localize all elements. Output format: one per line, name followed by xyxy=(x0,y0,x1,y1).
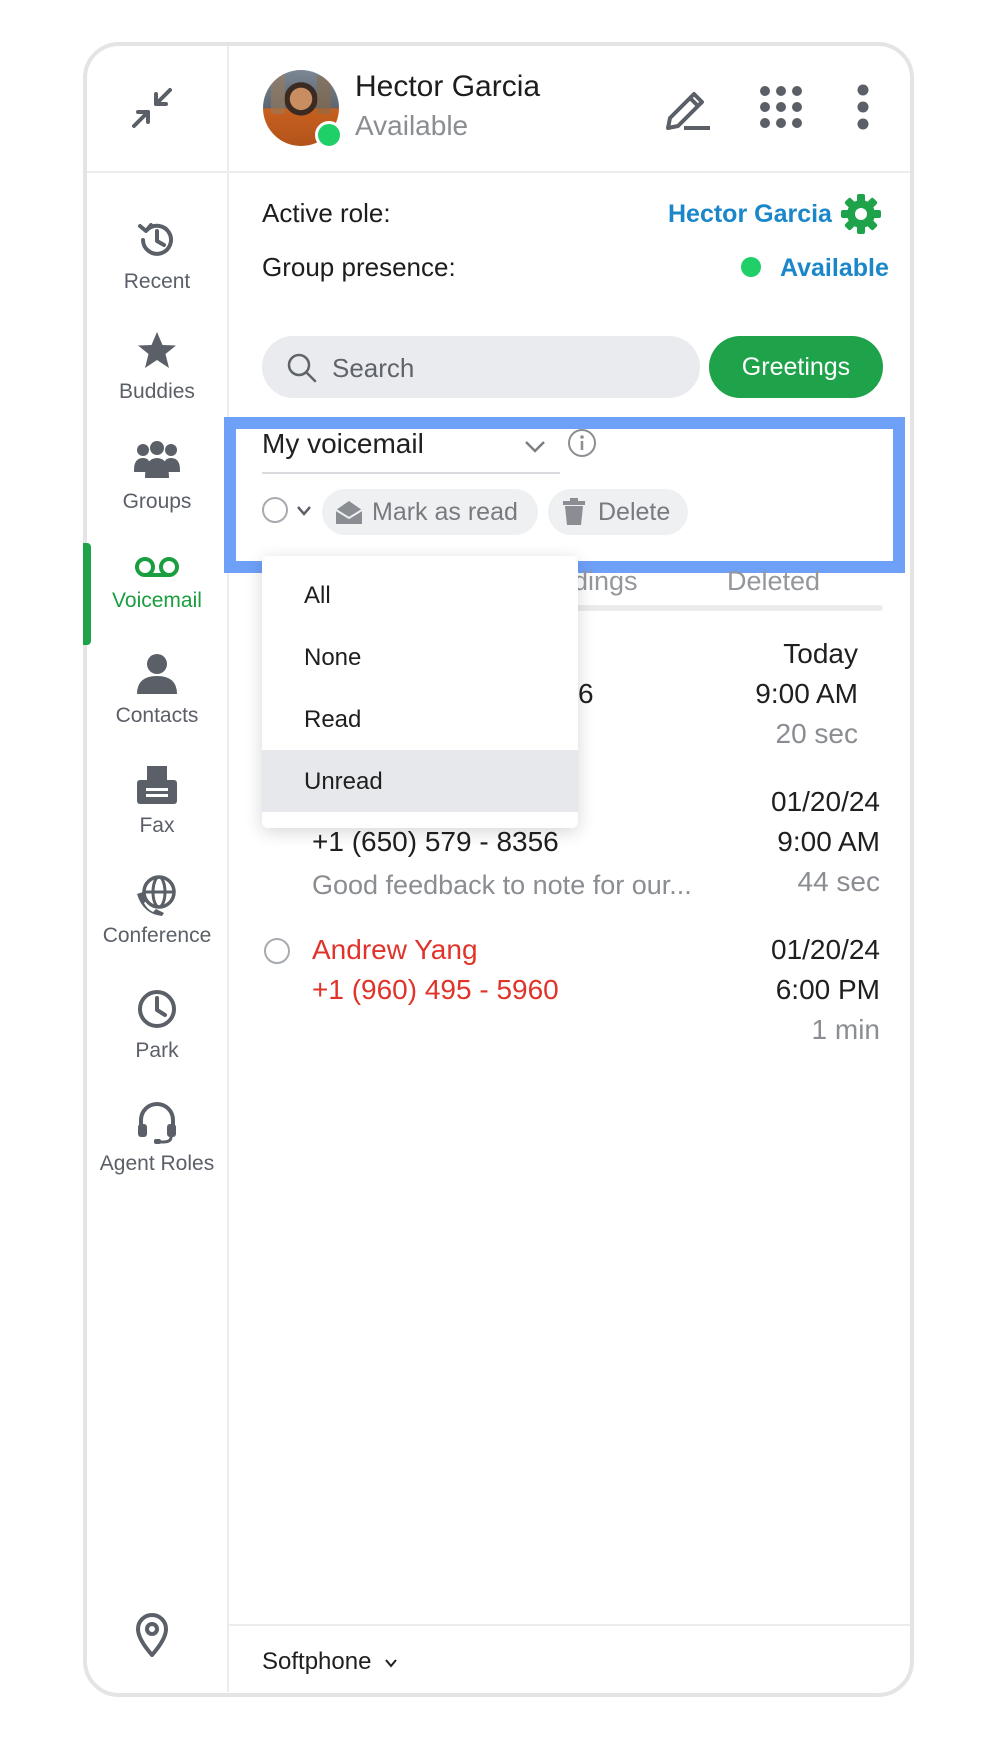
sidebar-item-groups[interactable]: Groups xyxy=(87,440,227,514)
active-role-label: Active role: xyxy=(262,198,391,228)
envelope-open-icon xyxy=(335,501,363,524)
group-presence-value[interactable]: Available xyxy=(780,254,889,283)
select-all-checkbox[interactable] xyxy=(262,497,288,523)
dialpad-icon[interactable] xyxy=(758,84,804,135)
trash-icon xyxy=(563,498,585,525)
presence-indicator xyxy=(315,121,343,149)
footer-divider xyxy=(229,1624,910,1626)
edit-icon[interactable] xyxy=(662,84,712,135)
mark-as-read-label: Mark as read xyxy=(372,498,518,526)
group-presence-label: Group presence: xyxy=(262,252,456,282)
minimize-icon[interactable] xyxy=(128,84,176,132)
softphone-label: Softphone xyxy=(262,1648,372,1675)
presence-dot-icon xyxy=(741,257,761,277)
sidebar-item-label: Conference xyxy=(102,924,212,947)
voicemail-icon xyxy=(135,557,179,577)
headset-icon xyxy=(138,1102,176,1144)
voicemail-number-fragment: 6 xyxy=(578,678,594,709)
clock-icon xyxy=(138,990,176,1028)
header-divider xyxy=(87,171,910,173)
sidebar-item-contacts[interactable]: Contacts xyxy=(87,652,227,728)
sidebar-divider xyxy=(227,46,229,1692)
star-icon xyxy=(138,332,176,368)
greetings-button[interactable]: Greetings xyxy=(709,336,883,398)
dropdown-option-label: Read xyxy=(304,706,362,733)
dropdown-option-label: Unread xyxy=(304,768,383,795)
history-icon xyxy=(138,223,173,256)
delete-label: Delete xyxy=(598,498,671,526)
sidebar-item-label: Voicemail xyxy=(112,589,202,612)
voicemail-caller-name[interactable]: Andrew Yang xyxy=(312,934,478,966)
voicemail-select-value: My voicemail xyxy=(262,428,424,459)
fax-icon xyxy=(137,766,177,804)
voicemail-duration: 44 sec xyxy=(797,866,881,897)
voicemail-select[interactable]: My voicemail xyxy=(262,428,560,474)
voicemail-time: 9:00 AM xyxy=(777,826,880,857)
selection-dropdown-menu: All None Read Unread xyxy=(262,556,578,828)
delete-button[interactable]: Delete xyxy=(548,489,688,535)
chevron-down-icon xyxy=(525,441,545,453)
voicemail-time: 9:00 AM xyxy=(755,678,858,709)
search-placeholder: Search xyxy=(332,353,415,383)
info-icon[interactable] xyxy=(567,428,597,463)
sidebar-item-label: Groups xyxy=(122,490,192,513)
chevron-down-icon[interactable] xyxy=(296,504,312,522)
sidebar-item-conference[interactable]: Conference xyxy=(87,874,227,948)
mark-as-read-button[interactable]: Mark as read xyxy=(322,489,538,535)
sidebar-item-label: Park xyxy=(135,1039,179,1062)
search-input[interactable]: Search xyxy=(262,336,700,398)
voicemail-number[interactable]: +1 (960) 495 - 5960 xyxy=(312,974,559,1006)
dropdown-option-unread[interactable]: Unread xyxy=(262,750,578,812)
user-name: Hector Garcia xyxy=(355,70,541,103)
tab-recordings[interactable]: dings xyxy=(573,566,638,597)
tabs-underline xyxy=(573,605,883,611)
voicemail-select-radio[interactable] xyxy=(264,938,290,964)
select-radio xyxy=(262,497,288,523)
sidebar-item-buddies[interactable]: Buddies xyxy=(87,330,227,404)
gear-icon[interactable] xyxy=(840,193,882,240)
chevron-down-icon xyxy=(385,1659,397,1668)
sidebar-item-fax[interactable]: Fax xyxy=(87,764,227,838)
dropdown-option-label: All xyxy=(304,582,331,609)
voicemail-duration: 1 min xyxy=(811,1014,880,1045)
dropdown-option-label: None xyxy=(304,644,362,671)
sidebar-item-label: Recent xyxy=(123,270,191,293)
voicemail-time: 6:00 PM xyxy=(775,974,880,1005)
dropdown-option-none[interactable]: None xyxy=(262,626,578,688)
voicemail-duration: 20 sec xyxy=(775,718,859,749)
voicemail-number[interactable]: +1 (650) 579 - 8356 xyxy=(312,826,559,858)
dropdown-option-read[interactable]: Read xyxy=(262,688,578,750)
active-role-value[interactable]: Hector Garcia xyxy=(668,200,832,229)
sidebar-item-recent[interactable]: Recent xyxy=(87,218,227,294)
sidebar-item-agent-roles[interactable]: Agent Roles xyxy=(87,1100,227,1176)
softphone-mode-selector[interactable]: Softphone xyxy=(262,1648,398,1676)
sidebar-item-voicemail[interactable]: Voicemail xyxy=(87,553,227,613)
sidebar-item-label: Buddies xyxy=(119,380,195,403)
sidebar-item-label: Agent Roles xyxy=(99,1152,215,1175)
globe-phone-icon xyxy=(137,875,176,916)
voicemail-preview: Good feedback to note for our... xyxy=(312,870,692,900)
voicemail-date: 01/20/24 xyxy=(771,934,880,965)
location-pin-icon[interactable] xyxy=(135,1613,169,1662)
dropdown-option-all[interactable]: All xyxy=(262,564,578,626)
voicemail-date: 01/20/24 xyxy=(771,786,880,817)
group-icon xyxy=(134,441,180,478)
search-icon xyxy=(287,353,317,383)
sidebar-item-park[interactable]: Park xyxy=(87,987,227,1063)
user-status: Available xyxy=(355,110,469,141)
person-icon xyxy=(137,654,177,694)
sidebar-item-label: Fax xyxy=(139,814,175,837)
voicemail-date: Today xyxy=(783,638,858,669)
tab-deleted[interactable]: Deleted xyxy=(727,566,820,597)
more-vertical-icon[interactable] xyxy=(855,84,871,135)
sidebar-item-label: Contacts xyxy=(115,704,199,727)
